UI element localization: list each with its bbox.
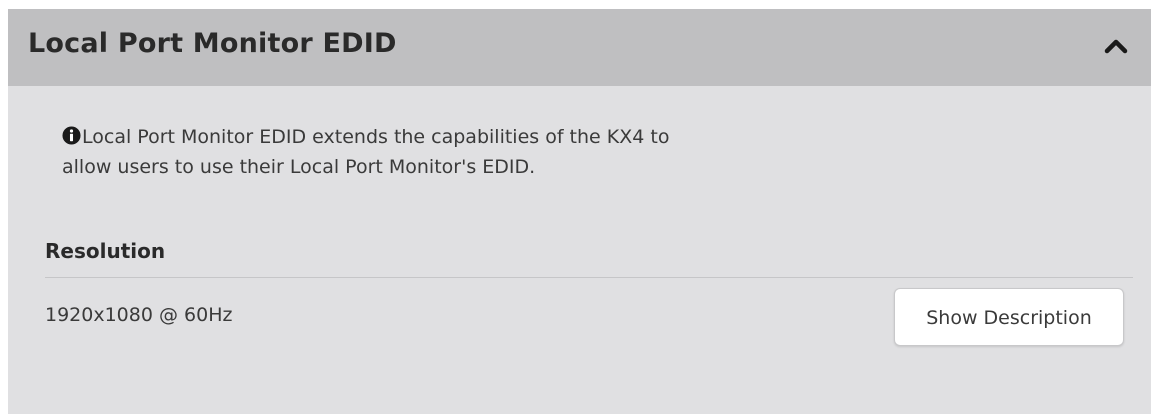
edid-panel: Local Port Monitor EDID Local Port Monit…	[8, 9, 1151, 414]
info-line-1: Local Port Monitor EDID extends the capa…	[62, 122, 822, 152]
info-message: Local Port Monitor EDID extends the capa…	[62, 122, 822, 182]
info-text-line-1: Local Port Monitor EDID extends the capa…	[82, 126, 670, 148]
show-description-button[interactable]: Show Description	[894, 288, 1124, 346]
panel-title: Local Port Monitor EDID	[28, 28, 397, 59]
panel-header[interactable]: Local Port Monitor EDID	[8, 9, 1151, 86]
info-circle-icon	[62, 126, 81, 145]
resolution-label: Resolution	[45, 239, 166, 263]
resolution-value: 1920x1080 @ 60Hz	[45, 304, 233, 326]
info-text-line-2: allow users to use their Local Port Moni…	[62, 156, 536, 178]
divider	[45, 277, 1133, 278]
chevron-up-icon[interactable]	[1103, 33, 1129, 59]
